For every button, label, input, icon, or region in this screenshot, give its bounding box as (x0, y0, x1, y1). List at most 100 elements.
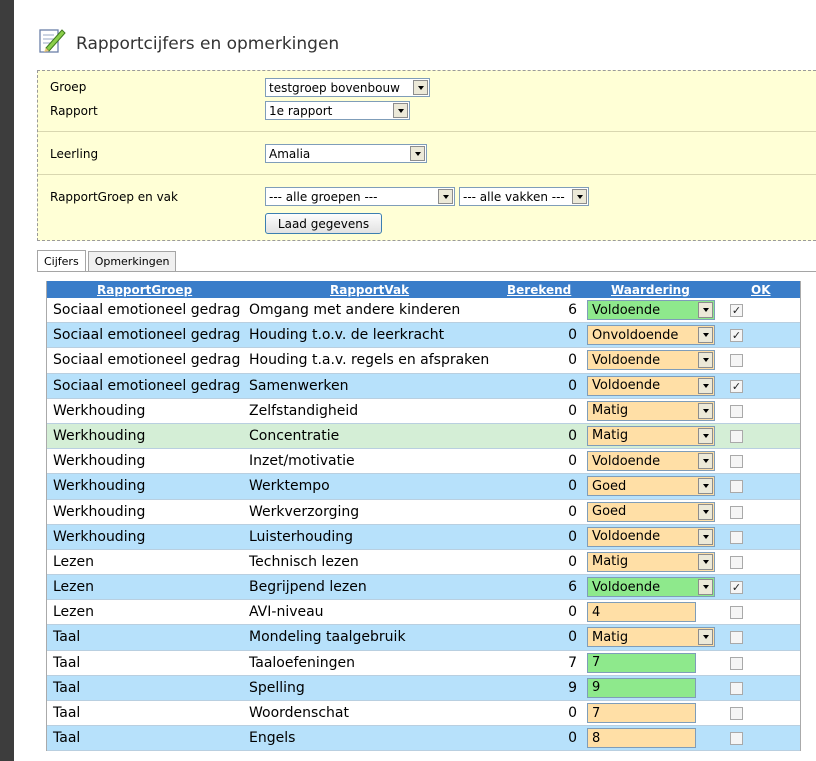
table-row: Werkhouding Concentratie 0 Matig (47, 423, 800, 450)
cell-rapportgroep: Sociaal emotioneel gedrag (53, 352, 241, 369)
waardering-value: Voldoende (592, 378, 661, 394)
waardering-select[interactable]: Matig (587, 627, 715, 648)
cell-rapportgroep: Lezen (53, 553, 95, 570)
table-row: Sociaal emotioneel gedrag Houding t.a.v. … (47, 348, 800, 374)
load-data-button[interactable]: Laad gegevens (265, 213, 382, 234)
cell-berekend: 0 (568, 427, 577, 444)
cell-rapportvak: Samenwerken (249, 377, 349, 394)
waardering-select[interactable]: Matig (587, 400, 715, 421)
waardering-select[interactable]: Goed (587, 476, 715, 497)
ok-checkbox[interactable]: ✓ (730, 379, 743, 393)
ok-checkbox[interactable] (730, 455, 743, 469)
rapportgroep-label: RapportGroep en vak (50, 190, 178, 204)
filter-panel: Groep testgroep bovenbouw Rapport 1e rap… (37, 70, 816, 241)
waardering-value: 4 (592, 604, 601, 620)
cell-berekend: 9 (568, 679, 577, 696)
rapport-select[interactable]: 1e rapport (265, 101, 410, 120)
waardering-select[interactable]: Voldoende (587, 375, 715, 396)
ok-checkbox[interactable] (730, 505, 743, 519)
column-header-waardering[interactable]: Waardering (611, 283, 690, 297)
chevron-down-icon[interactable] (698, 503, 713, 520)
cell-rapportgroep: Taal (53, 629, 81, 646)
groep-select[interactable]: testgroep bovenbouw (265, 78, 430, 97)
waardering-value: Matig (592, 403, 629, 419)
waardering-select[interactable]: Onvoldoende (587, 325, 715, 346)
ok-checkbox[interactable] (730, 354, 743, 368)
waardering-select[interactable]: Goed (587, 501, 715, 522)
ok-checkbox[interactable] (730, 555, 743, 569)
waardering-value: Matig (592, 629, 629, 645)
cell-berekend: 0 (568, 453, 577, 470)
chevron-down-icon[interactable] (698, 579, 713, 596)
chevron-down-icon[interactable] (698, 478, 713, 495)
ok-checkbox[interactable] (730, 606, 743, 620)
vak-select[interactable]: --- alle vakken --- (459, 187, 589, 206)
ok-checkbox[interactable] (730, 732, 743, 746)
ok-checkbox[interactable]: ✓ (730, 304, 743, 317)
chevron-down-icon[interactable] (393, 103, 408, 118)
cell-rapportvak: Engels (249, 730, 296, 747)
chevron-down-icon[interactable] (698, 352, 713, 369)
waardering-select[interactable]: Voldoende (587, 350, 715, 371)
waardering-input[interactable]: 8 (587, 728, 696, 749)
waardering-select[interactable]: Matig (587, 425, 715, 446)
table-row: Lezen Technisch lezen 0 Matig (47, 549, 800, 576)
chevron-down-icon[interactable] (698, 327, 713, 344)
ok-checkbox[interactable] (730, 530, 743, 544)
waardering-select[interactable]: Voldoende (587, 451, 715, 472)
cell-rapportgroep: Lezen (53, 604, 95, 621)
waardering-select[interactable]: Voldoende (587, 577, 715, 598)
chevron-down-icon[interactable] (698, 553, 713, 570)
ok-checkbox[interactable]: ✓ (730, 581, 743, 595)
cell-rapportvak: Woordenschat (249, 705, 349, 721)
ok-checkbox[interactable] (730, 681, 743, 695)
cell-berekend: 6 (568, 302, 577, 318)
cell-rapportvak: Mondeling taalgebruik (249, 629, 406, 646)
chevron-down-icon[interactable] (438, 189, 453, 204)
waardering-input[interactable]: 4 (587, 602, 696, 623)
waardering-value: Goed (592, 478, 627, 494)
ok-checkbox[interactable] (730, 707, 743, 720)
table-row: Werkhouding Werkverzorging 0 Goed (47, 499, 800, 525)
chevron-down-icon[interactable] (698, 528, 713, 545)
waardering-select[interactable]: Voldoende (587, 300, 715, 320)
cell-berekend: 0 (568, 327, 577, 344)
rapportgroep-select[interactable]: --- alle groepen --- (265, 187, 455, 206)
waardering-input[interactable]: 7 (587, 703, 696, 723)
table-row: Taal Spelling 9 9 (47, 675, 800, 701)
table-row: Werkhouding Luisterhouding 0 Voldoende (47, 524, 800, 550)
ok-checkbox[interactable] (730, 656, 743, 670)
waardering-input[interactable]: 9 (587, 677, 696, 698)
column-header-rapportgroep[interactable]: RapportGroep (97, 283, 192, 297)
column-header-ok[interactable]: OK (751, 283, 771, 297)
ok-checkbox[interactable] (730, 480, 743, 494)
chevron-down-icon[interactable] (698, 629, 713, 646)
tab-cijfers[interactable]: Cijfers (37, 250, 86, 271)
tab-underline (37, 271, 816, 272)
cell-rapportgroep: Werkhouding (53, 528, 146, 545)
chevron-down-icon[interactable] (698, 427, 713, 444)
chevron-down-icon[interactable] (698, 402, 713, 419)
leerling-select[interactable]: Amalia (265, 144, 427, 163)
chevron-down-icon[interactable] (572, 189, 587, 204)
waardering-input[interactable]: 7 (587, 652, 696, 673)
chevron-down-icon[interactable] (698, 377, 713, 394)
leerling-select-value: Amalia (269, 146, 311, 161)
tab-opmerkingen[interactable]: Opmerkingen (87, 251, 177, 271)
chevron-down-icon[interactable] (410, 146, 425, 161)
waardering-select[interactable]: Voldoende (587, 526, 715, 547)
ok-checkbox[interactable]: ✓ (730, 329, 743, 343)
cell-rapportgroep: Taal (53, 705, 81, 721)
cell-rapportvak: Spelling (249, 679, 305, 696)
ok-checkbox[interactable] (730, 631, 743, 645)
chevron-down-icon[interactable] (698, 453, 713, 470)
ok-checkbox[interactable] (730, 429, 743, 443)
waardering-select[interactable]: Matig (587, 551, 715, 572)
chevron-down-icon[interactable] (413, 80, 428, 95)
vak-select-value: --- alle vakken --- (463, 189, 565, 204)
ok-checkbox[interactable] (730, 404, 743, 418)
column-header-berekend[interactable]: Berekend (507, 283, 571, 297)
chevron-down-icon[interactable] (698, 302, 713, 318)
table-row: Taal Engels 0 8 (47, 726, 800, 752)
column-header-rapportvak[interactable]: RapportVak (330, 283, 409, 297)
